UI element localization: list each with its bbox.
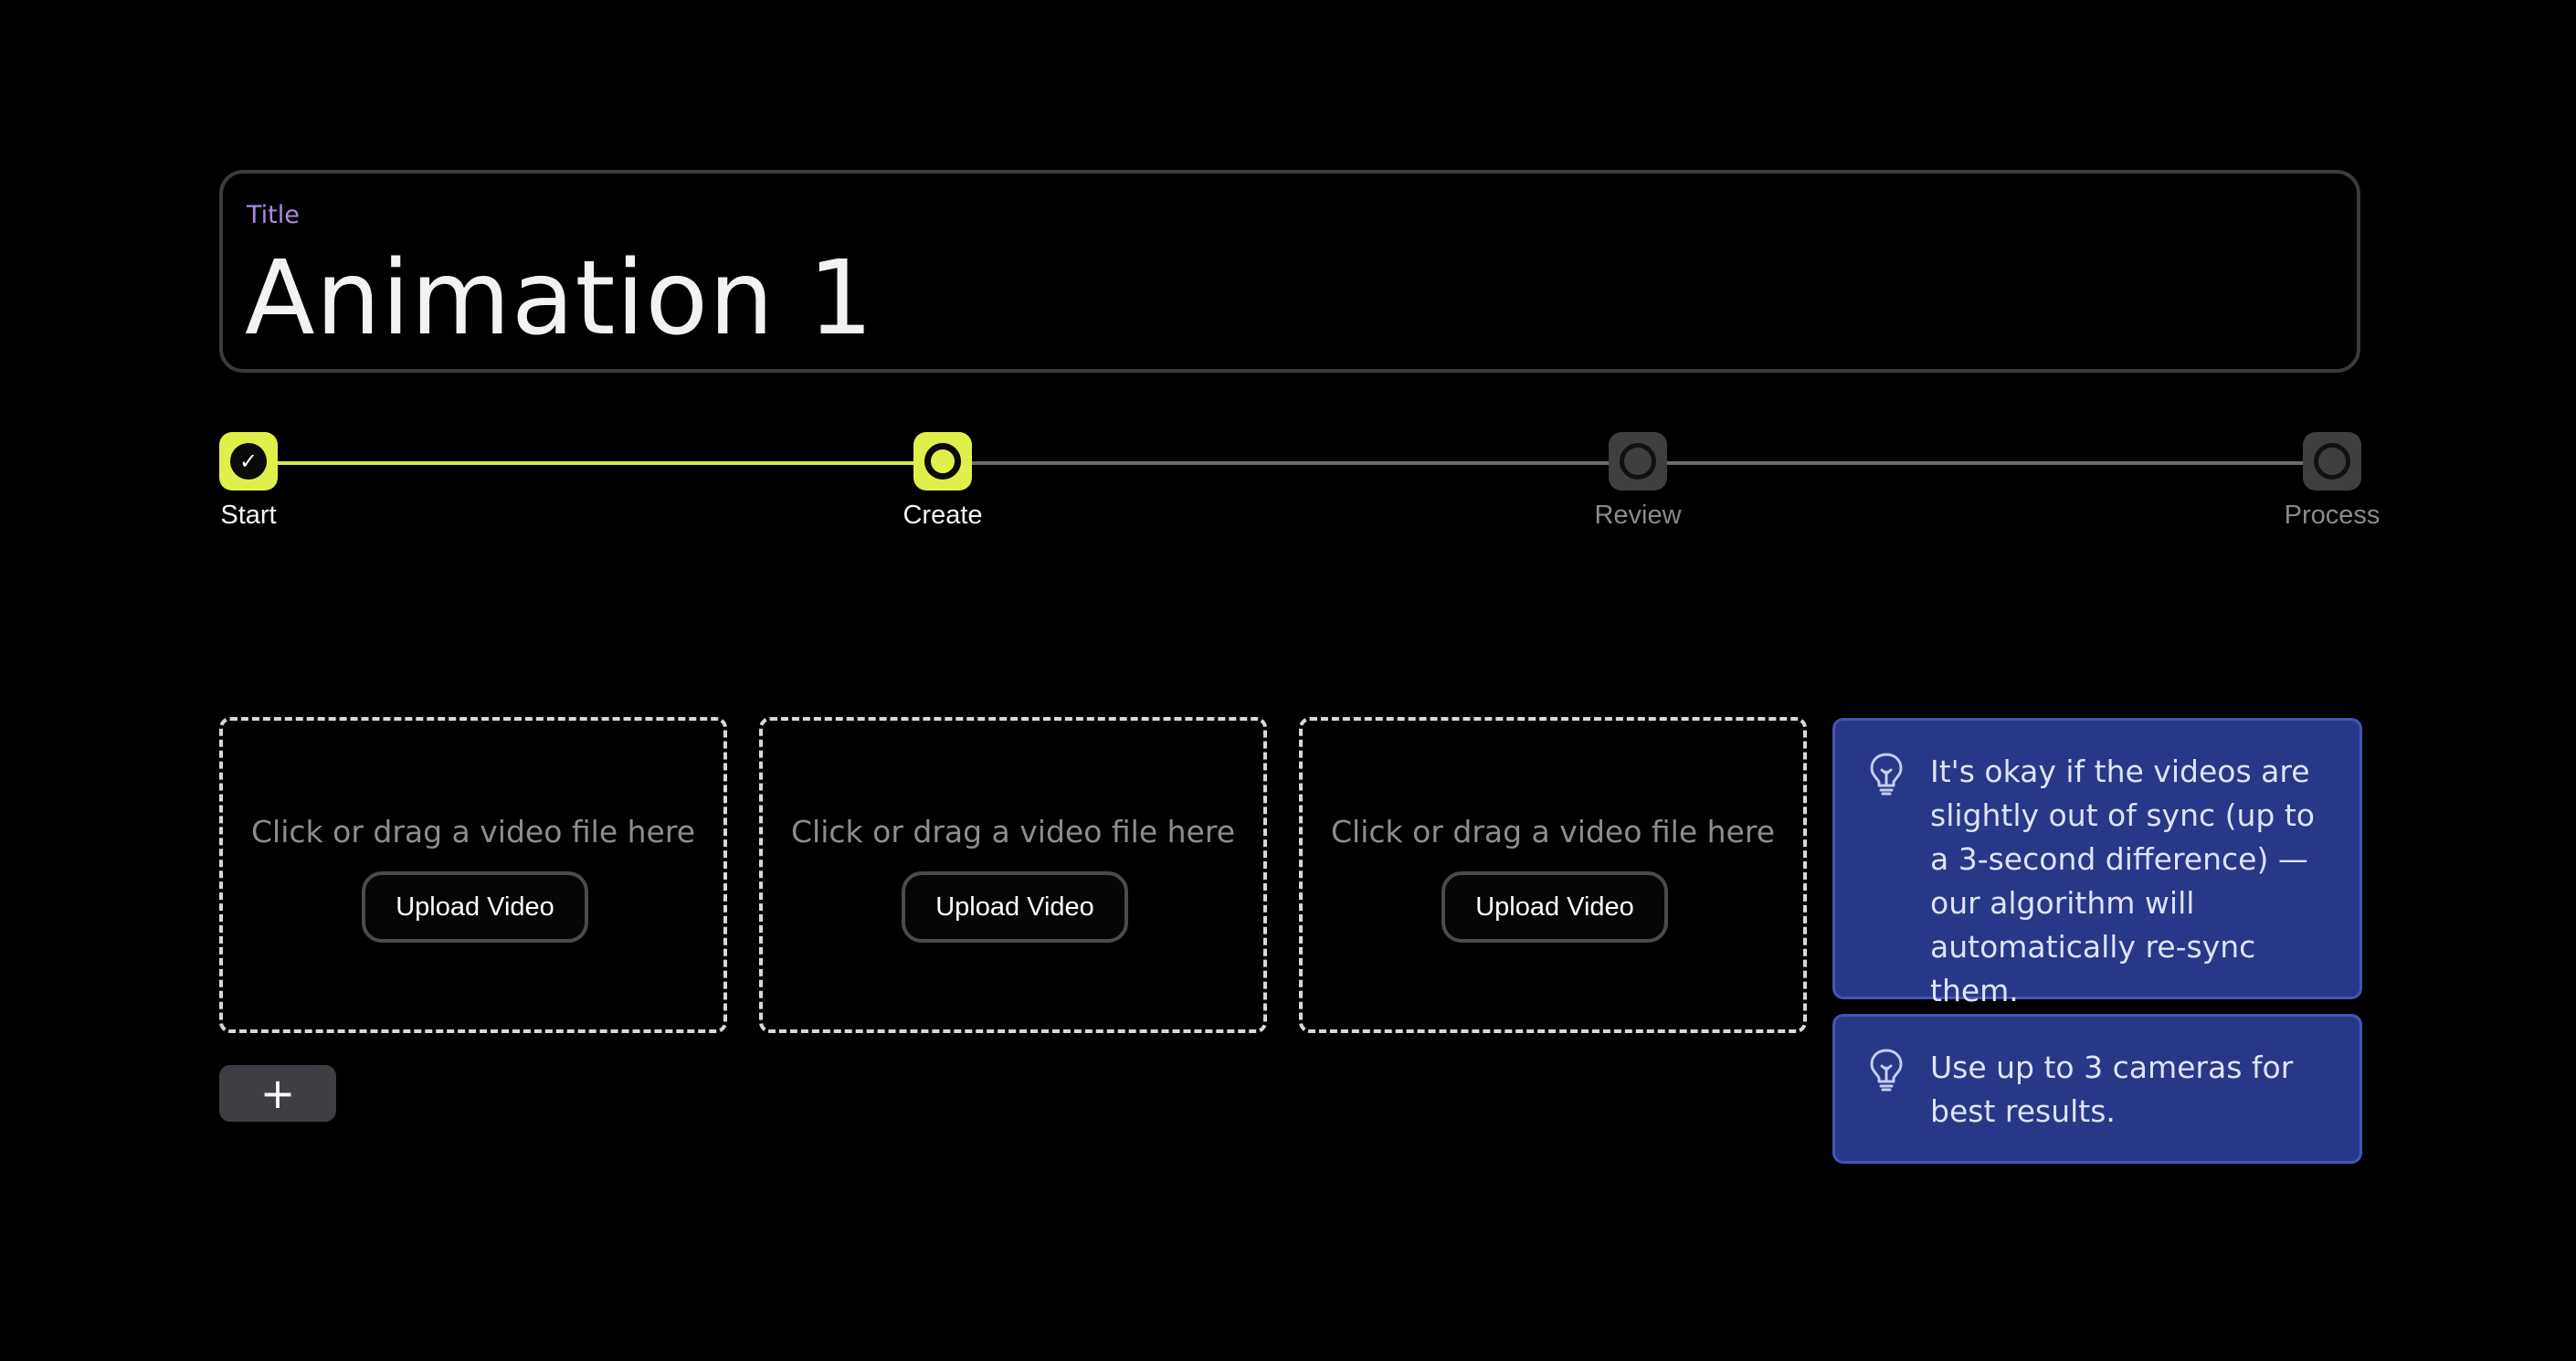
pending-step-ring-icon [1620, 443, 1656, 480]
step-process-label: Process [2284, 501, 2381, 530]
upload-video-button[interactable]: Upload Video [362, 871, 588, 943]
lightbulb-icon [1870, 1049, 1903, 1092]
title-input[interactable] [245, 239, 2328, 358]
tip-card-sync: It's okay if the videos are slightly out… [1832, 718, 2362, 1008]
plus-icon: + [259, 1069, 296, 1118]
dropzone-prompt: Click or drag a video file here [791, 814, 1235, 849]
step-start-indicator[interactable]: ✓ [219, 432, 278, 491]
pending-step-ring-icon [2314, 443, 2350, 480]
tip-text: Use up to 3 cameras for best results. [1930, 1050, 2294, 1129]
step-start-label: Start [220, 501, 277, 530]
dropzone-prompt: Click or drag a video file here [251, 814, 695, 849]
step-process-indicator[interactable] [2303, 432, 2361, 491]
title-label: Title [247, 201, 300, 229]
upload-video-button[interactable]: Upload Video [902, 871, 1128, 943]
current-step-ring-icon [924, 443, 961, 480]
video-dropzone-3[interactable]: Click or drag a video file here Upload V… [1299, 717, 1807, 1033]
dropzone-prompt: Click or drag a video file here [1331, 814, 1775, 849]
step-create-indicator[interactable] [913, 432, 972, 491]
step-create-label: Create [903, 501, 983, 530]
title-field[interactable]: Title [219, 170, 2360, 373]
check-icon: ✓ [238, 448, 259, 474]
stepper-track-complete [274, 461, 917, 465]
video-dropzone-1[interactable]: Click or drag a video file here Upload V… [219, 717, 727, 1033]
step-review-indicator[interactable] [1609, 432, 1667, 491]
step-review-label: Review [1594, 501, 1682, 530]
add-camera-button[interactable]: + [219, 1065, 336, 1122]
video-dropzone-2[interactable]: Click or drag a video file here Upload V… [759, 717, 1267, 1033]
lightbulb-icon [1870, 753, 1903, 796]
tip-card-cameras: Use up to 3 cameras for best results. [1832, 1014, 2362, 1164]
tip-text: It's okay if the videos are slightly out… [1930, 754, 2315, 1008]
upload-video-button[interactable]: Upload Video [1441, 871, 1668, 943]
